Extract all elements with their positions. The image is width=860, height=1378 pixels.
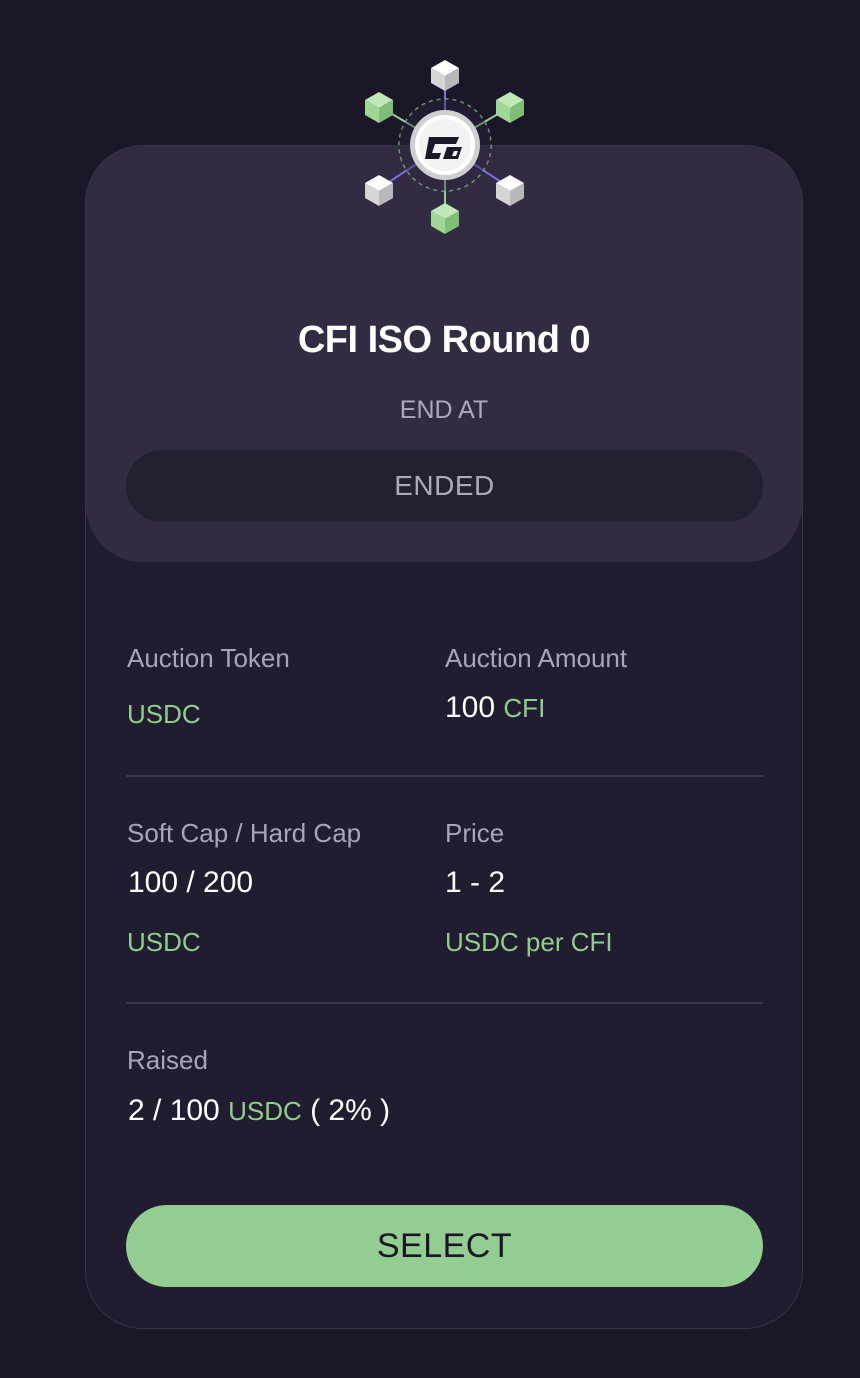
auction-amount-number: 100: [445, 691, 496, 724]
cube-icon: [431, 60, 459, 91]
price-unit: USDC per CFI: [445, 927, 613, 957]
auction-title: CFI ISO Round 0: [297, 319, 591, 361]
cube-icon: [496, 175, 524, 206]
divider: [126, 1002, 763, 1004]
raised-unit: USDC: [228, 1096, 302, 1126]
price-value: 1 - 2: [445, 866, 506, 899]
raised-percent: ( 2% ): [310, 1094, 391, 1127]
auction-token-label: Auction Token: [127, 643, 290, 673]
auction-amount-label: Auction Amount: [445, 643, 628, 673]
divider: [126, 775, 763, 777]
cfi-network-logo-icon: [355, 55, 535, 240]
raised-value: 2 / 100 USDC ( 2% ): [128, 1094, 390, 1128]
status-badge: ENDED: [126, 450, 763, 522]
price-label: Price: [445, 818, 505, 848]
caps-value: 100 / 200: [128, 866, 254, 899]
caps-unit: USDC: [127, 927, 201, 957]
caps-label: Soft Cap / Hard Cap: [127, 818, 362, 848]
cube-icon: [496, 92, 524, 123]
raised-amount: 2 / 100: [128, 1094, 220, 1127]
auction-token-value: USDC: [127, 699, 201, 729]
raised-label: Raised: [127, 1045, 208, 1075]
select-button[interactable]: SELECT: [126, 1205, 763, 1287]
auction-card: CFI ISO Round 0 END AT ENDED Auction Tok…: [85, 145, 803, 1329]
auction-amount-value: 100 CFI: [445, 691, 545, 725]
cube-icon: [365, 175, 393, 206]
cube-icon: [431, 203, 459, 234]
cube-icon: [365, 92, 393, 123]
auction-amount-unit: CFI: [503, 693, 546, 723]
end-at-label: END AT: [399, 396, 489, 424]
